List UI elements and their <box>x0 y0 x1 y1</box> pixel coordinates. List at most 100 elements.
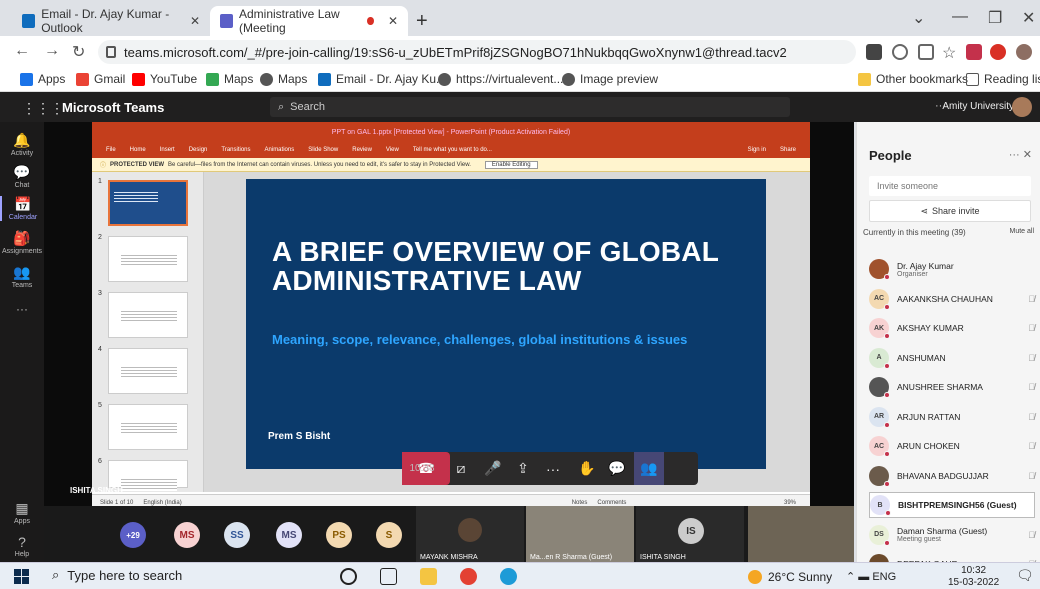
in-meeting-count[interactable]: Currently in this meeting (39) <box>863 228 966 237</box>
ribbon-slideshow[interactable]: Slide Show <box>308 147 338 153</box>
language-indicator[interactable]: ENG <box>872 571 896 583</box>
share-invite-button[interactable]: ⋖ Share invite <box>869 200 1031 222</box>
app-launcher-icon[interactable]: ⋮⋮⋮ <box>22 100 64 117</box>
raise-hand-icon[interactable]: ✋ <box>572 452 602 485</box>
battery-icon[interactable]: ▬ <box>858 571 872 583</box>
rail-chat[interactable]: 💬 Chat <box>0 164 44 189</box>
bookmark-virtualevent[interactable]: https://virtualevent... <box>438 72 563 86</box>
ribbon-insert[interactable]: Insert <box>160 147 175 153</box>
task-view-icon[interactable] <box>380 568 397 585</box>
bookmark-maps[interactable]: Maps <box>206 72 253 86</box>
more-options-icon[interactable]: ··· <box>1009 149 1023 161</box>
zoom-level[interactable]: 39% <box>784 500 796 506</box>
more-participants-badge[interactable]: +29 <box>120 522 146 548</box>
rail-more[interactable]: ··· <box>0 302 44 316</box>
zoom-icon[interactable] <box>892 44 908 60</box>
star-icon[interactable]: ☆ <box>942 43 956 63</box>
rail-help[interactable]: ? Help <box>0 534 44 558</box>
slide-thumbnail[interactable] <box>108 348 188 394</box>
profile-avatar[interactable] <box>1016 44 1032 60</box>
windows-start-icon[interactable] <box>14 569 29 584</box>
rail-teams[interactable]: 👥 Teams <box>0 264 44 289</box>
close-icon[interactable]: ✕ <box>1023 149 1032 161</box>
participant-row[interactable]: ANUSHREE SHARMA 🎙̸ <box>869 374 1035 400</box>
participant-row[interactable]: AC ARUN CHOKEN 🎙̸ <box>869 433 1035 459</box>
other-bookmarks[interactable]: Other bookmarks <box>858 72 968 86</box>
mute-all-button[interactable]: Mute all <box>1009 228 1034 235</box>
maximize-button[interactable]: ❐ <box>988 8 1002 28</box>
chevron-up-icon[interactable]: ⌃ <box>846 571 855 583</box>
participant-row[interactable]: AC AAKANKSHA CHAUHAN 🎙̸ <box>869 286 1035 312</box>
bookmark-email[interactable]: Email - Dr. Ajay Ku... <box>318 72 446 86</box>
minimize-button[interactable]: — <box>952 8 968 26</box>
taskbar-search[interactable]: ⌕ Type here to search <box>52 567 182 583</box>
tab-search-icon[interactable]: ⌄ <box>912 8 925 28</box>
ribbon-view[interactable]: View <box>386 147 399 153</box>
ribbon-transitions[interactable]: Transitions <box>221 147 250 153</box>
back-icon[interactable]: ← <box>14 42 30 60</box>
opera-icon[interactable] <box>990 44 1006 60</box>
tab-teams-meeting[interactable]: Administrative Law (Meeting ✕ <box>210 6 408 36</box>
camera-off-icon[interactable]: ⧄ <box>446 452 476 485</box>
slide-thumbnail[interactable] <box>108 180 188 226</box>
participant-row[interactable]: B BISHTPREMSINGH56 (Guest) <box>869 492 1035 518</box>
tell-me-input[interactable]: Tell me what you want to do... <box>413 147 492 153</box>
invite-input[interactable]: Invite someone <box>869 176 1031 196</box>
ribbon-review[interactable]: Review <box>352 147 372 153</box>
org-name[interactable]: Amity University <box>942 101 1014 112</box>
chat-icon[interactable]: 💬 <box>602 452 632 485</box>
bookmark-apps[interactable]: Apps <box>20 72 65 86</box>
ribbon-animations[interactable]: Animations <box>265 147 295 153</box>
notes-button[interactable]: Notes <box>572 500 588 506</box>
bookmark-gmail[interactable]: Gmail <box>76 72 125 86</box>
slide-thumbnail[interactable] <box>108 460 188 491</box>
video-tile-ishita[interactable]: IS ISHITA SINGH <box>636 506 744 562</box>
camera-icon[interactable] <box>866 44 882 60</box>
rail-calendar[interactable]: 📅 Calendar <box>0 196 44 221</box>
enable-editing-button[interactable]: Enable Editing <box>484 160 538 169</box>
video-tile-mayank[interactable]: MAYANK MISHRA <box>416 506 524 562</box>
rail-activity[interactable]: 🔔 Activity <box>0 132 44 157</box>
avatar[interactable] <box>1012 97 1032 117</box>
rail-apps[interactable]: ▦ Apps <box>0 500 44 525</box>
forward-icon[interactable]: → <box>44 42 60 60</box>
close-icon[interactable]: ✕ <box>190 14 200 28</box>
share-button[interactable]: Share <box>780 147 796 153</box>
people-icon[interactable]: 👥 <box>634 452 664 485</box>
share-screen-icon[interactable]: ⇪ <box>508 452 538 485</box>
participant-row[interactable]: AK AKSHAY KUMAR 🎙̸ <box>869 315 1035 341</box>
slide-thumbnail[interactable] <box>108 236 188 282</box>
reading-list[interactable]: Reading list <box>966 72 1040 86</box>
rail-assignments[interactable]: 🎒 Assignments <box>0 230 44 255</box>
participant-row[interactable]: BHAVANA BADGUJJAR 🎙̸ <box>869 463 1035 489</box>
video-tile-sharma[interactable]: Ma...en R Sharma (Guest) <box>526 506 634 562</box>
more-icon[interactable]: ··· <box>538 452 568 485</box>
bookmark-youtube[interactable]: YouTube <box>132 72 197 86</box>
bookmark-image-preview[interactable]: Image preview <box>562 72 658 86</box>
new-tab-button[interactable]: + <box>416 10 428 33</box>
slide-thumbnail[interactable] <box>108 292 188 338</box>
close-icon[interactable]: ✕ <box>388 14 398 28</box>
participant-row[interactable]: DS Daman Sharma (Guest) Meeting guest 🎙̸ <box>869 522 1035 548</box>
ribbon-home[interactable]: Home <box>130 147 146 153</box>
weather-widget[interactable]: 26°C Sunny <box>748 570 832 584</box>
bookmark-maps-2[interactable]: Maps <box>260 72 307 86</box>
participant-row[interactable]: A ANSHUMAN 🎙̸ <box>869 345 1035 371</box>
edge-icon[interactable] <box>500 568 517 585</box>
share-page-icon[interactable] <box>918 44 934 60</box>
self-video-tile[interactable] <box>748 506 854 562</box>
file-explorer-icon[interactable] <box>420 568 437 585</box>
search-input[interactable]: ⌕ Search <box>270 97 790 117</box>
extension-icon[interactable] <box>966 44 982 60</box>
tab-outlook[interactable]: Email - Dr. Ajay Kumar - Outlook ✕ <box>12 6 210 36</box>
participant-row[interactable]: AR ARJUN RATTAN 🎙̸ <box>869 404 1035 430</box>
ribbon-design[interactable]: Design <box>189 147 208 153</box>
clock[interactable]: 10:32 15-03-2022 <box>948 565 999 589</box>
notifications-icon[interactable]: 🗨 <box>1016 567 1034 584</box>
ribbon-file[interactable]: File <box>106 147 116 153</box>
mic-icon[interactable]: 🎤 <box>478 452 508 485</box>
address-bar[interactable]: teams.microsoft.com/_#/pre-join-calling/… <box>98 40 856 64</box>
participant-row[interactable]: Dr. Ajay Kumar Organiser <box>869 256 1035 282</box>
comments-button[interactable]: Comments <box>597 500 626 506</box>
cortana-icon[interactable] <box>340 568 357 585</box>
